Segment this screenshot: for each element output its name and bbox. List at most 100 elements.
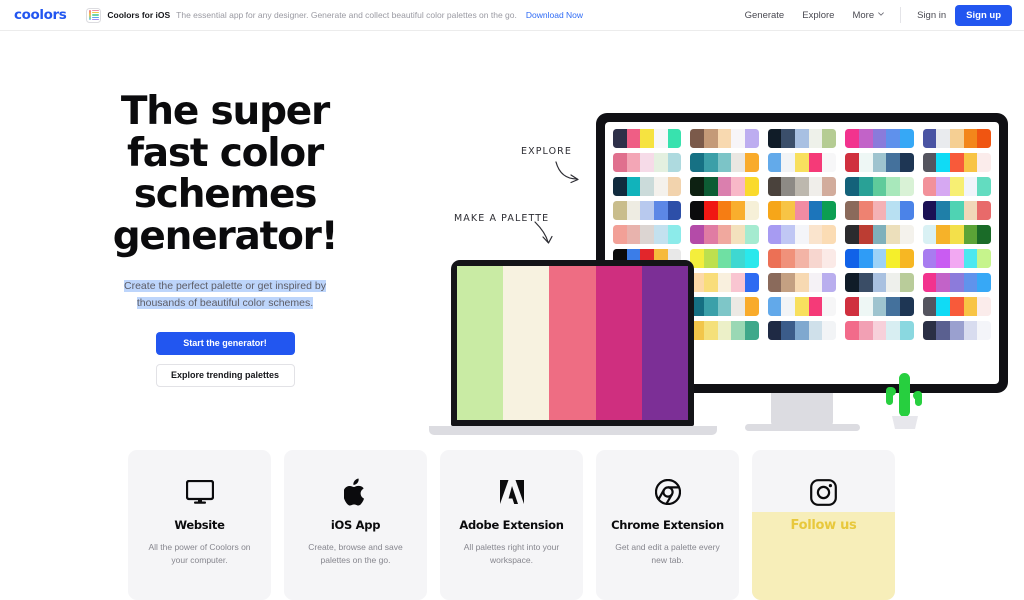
palette-swatch[interactable] — [808, 201, 823, 220]
palette-row[interactable] — [767, 225, 837, 244]
palette-row[interactable] — [922, 201, 991, 220]
palette-swatch[interactable] — [822, 297, 837, 316]
palette-row[interactable] — [690, 225, 759, 244]
palette-swatch[interactable] — [886, 297, 900, 316]
palette-swatch[interactable] — [963, 249, 978, 268]
palette-swatch[interactable] — [949, 177, 964, 196]
palette-row[interactable] — [922, 129, 991, 148]
palette-swatch[interactable] — [963, 201, 978, 220]
palette-swatch[interactable] — [704, 129, 718, 148]
palette-row[interactable] — [767, 177, 837, 196]
palette-swatch[interactable] — [949, 129, 964, 148]
palette-swatch[interactable] — [977, 297, 991, 316]
palette-swatch[interactable] — [858, 225, 873, 244]
palette-swatch[interactable] — [899, 201, 914, 220]
palette-swatch[interactable] — [899, 273, 914, 292]
palette-swatch[interactable] — [936, 249, 950, 268]
palette-row[interactable] — [690, 297, 759, 316]
palette-swatch[interactable] — [936, 177, 950, 196]
palette-row[interactable] — [845, 177, 914, 196]
palette-row[interactable] — [845, 201, 914, 220]
palette-swatch[interactable] — [899, 321, 914, 340]
palette-swatch[interactable] — [963, 273, 978, 292]
palette-swatch[interactable] — [745, 321, 759, 340]
palette-swatch[interactable] — [781, 249, 796, 268]
palette-swatch[interactable] — [808, 321, 823, 340]
palette-swatch[interactable] — [977, 153, 991, 172]
palette-swatch[interactable] — [626, 201, 641, 220]
palette-swatch[interactable] — [936, 201, 950, 220]
palette-row[interactable] — [845, 153, 914, 172]
palette-row[interactable] — [845, 321, 914, 340]
palette-swatch[interactable] — [977, 129, 991, 148]
palette-row[interactable] — [690, 201, 759, 220]
palette-swatch[interactable] — [640, 201, 655, 220]
palette-swatch[interactable] — [808, 249, 823, 268]
palette-swatch[interactable] — [858, 273, 873, 292]
palette-swatch[interactable] — [845, 177, 859, 196]
palette-swatch[interactable] — [613, 225, 627, 244]
palette-swatch[interactable] — [767, 201, 782, 220]
palette-swatch[interactable] — [822, 153, 837, 172]
palette-swatch[interactable] — [781, 321, 796, 340]
palette-swatch[interactable] — [963, 129, 978, 148]
laptop-palette-swatch[interactable] — [595, 266, 642, 420]
palette-swatch[interactable] — [745, 297, 759, 316]
palette-swatch[interactable] — [845, 225, 859, 244]
palette-swatch[interactable] — [717, 177, 732, 196]
nav-item-explore[interactable]: Explore — [793, 10, 843, 21]
sign-up-button[interactable]: Sign up — [955, 4, 1012, 26]
palette-swatch[interactable] — [872, 249, 887, 268]
palette-swatch[interactable] — [977, 321, 991, 340]
nav-item-more[interactable]: More — [843, 10, 893, 21]
palette-swatch[interactable] — [886, 249, 900, 268]
palette-swatch[interactable] — [667, 153, 682, 172]
palette-swatch[interactable] — [845, 201, 859, 220]
palette-swatch[interactable] — [626, 177, 641, 196]
ios-promo-banner[interactable]: Coolors for iOS The essential app for an… — [86, 7, 583, 23]
palette-swatch[interactable] — [640, 153, 655, 172]
palette-swatch[interactable] — [767, 225, 782, 244]
palette-swatch[interactable] — [899, 297, 914, 316]
palette-swatch[interactable] — [767, 177, 782, 196]
palette-swatch[interactable] — [767, 321, 782, 340]
palette-row[interactable] — [845, 129, 914, 148]
palette-swatch[interactable] — [936, 225, 950, 244]
palette-swatch[interactable] — [704, 177, 718, 196]
palette-swatch[interactable] — [781, 297, 796, 316]
palette-swatch[interactable] — [936, 297, 950, 316]
palette-swatch[interactable] — [845, 129, 859, 148]
palette-swatch[interactable] — [872, 177, 887, 196]
palette-swatch[interactable] — [858, 129, 873, 148]
palette-swatch[interactable] — [886, 177, 900, 196]
palette-swatch[interactable] — [977, 249, 991, 268]
palette-swatch[interactable] — [640, 177, 655, 196]
palette-swatch[interactable] — [690, 225, 705, 244]
palette-swatch[interactable] — [731, 249, 746, 268]
palette-row[interactable] — [613, 129, 682, 148]
palette-swatch[interactable] — [613, 153, 627, 172]
palette-swatch[interactable] — [808, 129, 823, 148]
palette-swatch[interactable] — [613, 129, 627, 148]
card-website[interactable]: Website All the power of Coolors on your… — [128, 450, 271, 600]
palette-swatch[interactable] — [704, 225, 718, 244]
palette-row[interactable] — [767, 273, 837, 292]
palette-swatch[interactable] — [963, 225, 978, 244]
palette-swatch[interactable] — [690, 177, 705, 196]
palette-swatch[interactable] — [745, 129, 759, 148]
palette-swatch[interactable] — [858, 249, 873, 268]
palette-swatch[interactable] — [767, 273, 782, 292]
palette-row[interactable] — [922, 297, 991, 316]
card-chrome-extension[interactable]: Chrome Extension Get and edit a palette … — [596, 450, 739, 600]
palette-swatch[interactable] — [899, 249, 914, 268]
palette-swatch[interactable] — [808, 225, 823, 244]
palette-swatch[interactable] — [922, 225, 937, 244]
palette-row[interactable] — [690, 249, 759, 268]
palette-swatch[interactable] — [845, 153, 859, 172]
card-ios-app[interactable]: iOS App Create, browse and save palettes… — [284, 450, 427, 600]
palette-swatch[interactable] — [845, 273, 859, 292]
palette-swatch[interactable] — [626, 225, 641, 244]
palette-swatch[interactable] — [781, 129, 796, 148]
palette-swatch[interactable] — [704, 153, 718, 172]
palette-swatch[interactable] — [822, 201, 837, 220]
